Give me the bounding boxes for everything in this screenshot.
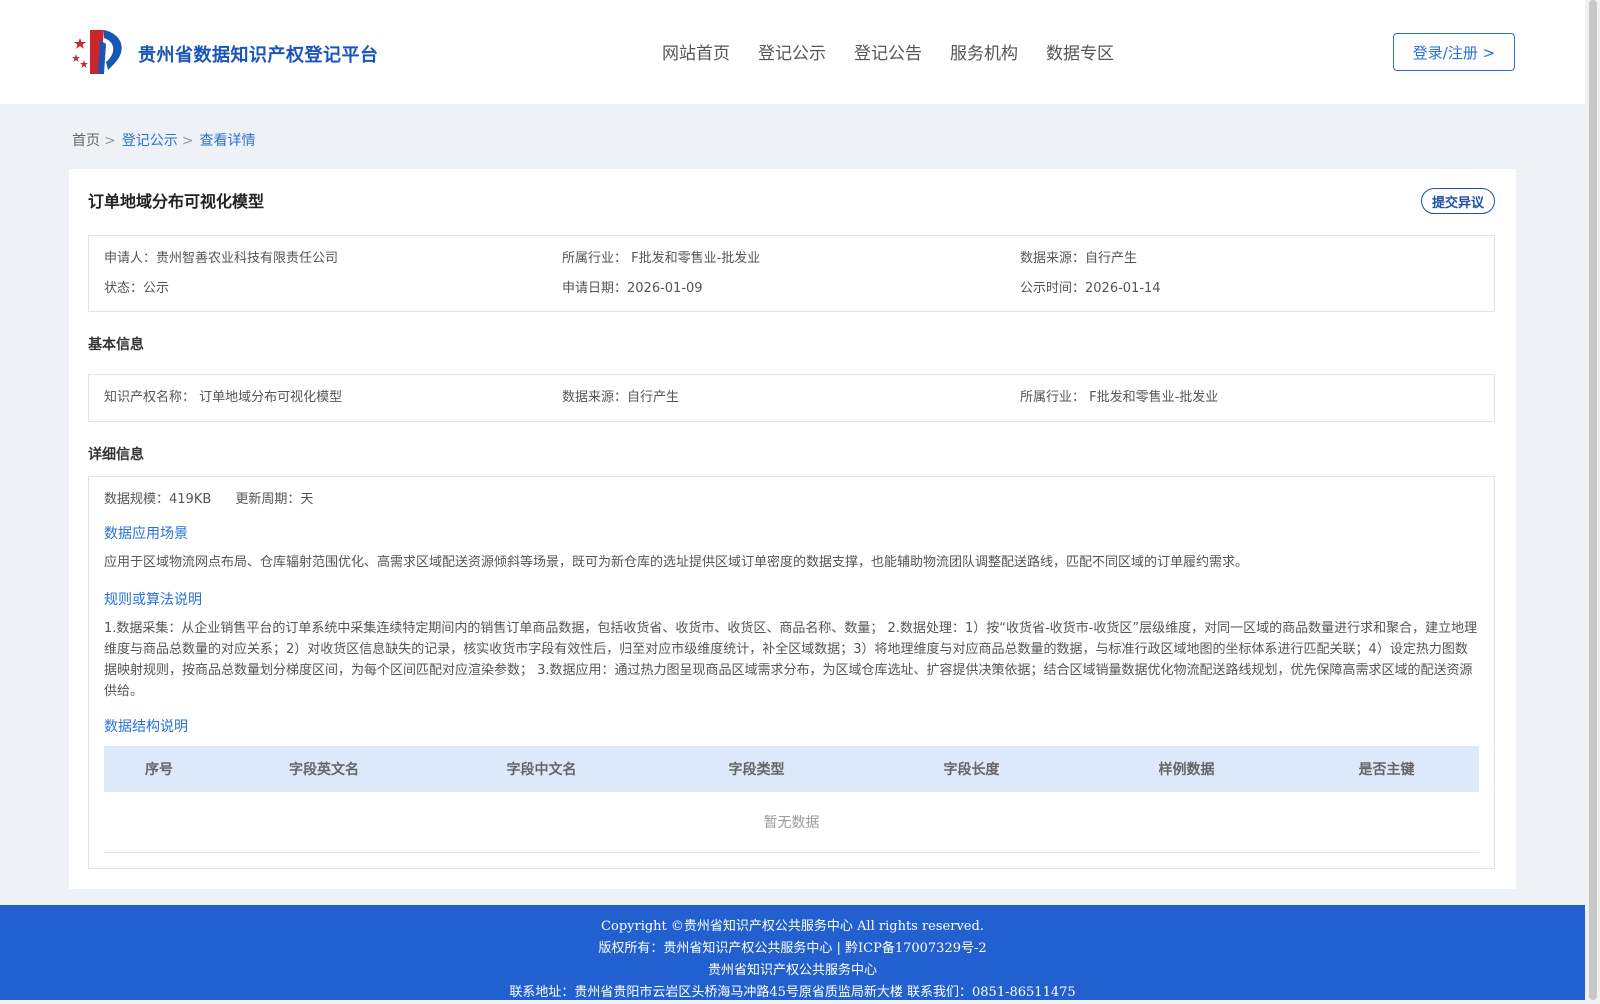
column-header: 字段英文名 [289,762,359,778]
scrollbar-thumb[interactable] [1589,0,1597,1000]
basic-info-title: 基本信息 [88,337,144,353]
column-header: 字段长度 [943,762,1000,778]
column-header: 字段类型 [728,762,785,778]
nav-home[interactable]: 网站首页 [662,39,730,64]
footer-contact: 联系地址：贵州省贵阳市云岩区头桥海马冲路45号原省质监局新大楼 联系我们：085… [509,985,1076,1000]
page-title: 订单地域分布可视化模型 [88,192,265,211]
column-header: 是否主键 [1358,762,1415,778]
breadcrumb-separator: > [104,133,116,149]
breadcrumb-home[interactable]: 首页 [72,133,100,149]
structure-title: 数据结构说明 [104,719,188,735]
breadcrumb: 首页 > 登记公示 > 查看详情 [72,130,255,150]
data-scale-line: 数据规模：419KB 更新周期：天 [104,488,313,507]
update-cycle: 更新周期：天 [235,492,314,507]
publish-date: 公示时间：2026-01-14 [1020,281,1161,296]
footer-org: 贵州省知识产权公共服务中心 [707,963,877,978]
data-source: 数据来源：自行产生 [1020,251,1138,266]
footer-owner[interactable]: 版权所有：贵州省知识产权公共服务中心 | 黔ICP备17007329号-2 [0,938,1585,960]
nav-data-zone[interactable]: 数据专区 [1046,39,1114,64]
scenario-title: 数据应用场景 [104,526,188,542]
table-header: 序号 字段英文名 字段中文名 字段类型 字段长度 样例数据 是否主键 [104,746,1479,792]
breadcrumb-current: 查看详情 [199,133,256,149]
status: 状态：公示 [104,281,170,296]
nav-registration-announcement[interactable]: 登记公告 [854,39,922,64]
submit-objection-button[interactable]: 提交异议 [1421,188,1495,214]
detail-info-title: 详细信息 [88,447,144,463]
basic-data-source: 数据来源：自行产生 [562,390,680,405]
basic-info-box: 知识产权名称： 订单地域分布可视化模型 数据来源：自行产生 所属行业： F批发和… [88,374,1495,422]
rules-text: 1.数据采集：从企业销售平台的订单系统中采集连续特定期间内的销售订单商品数据，包… [104,621,1478,699]
nav-service-agencies[interactable]: 服务机构 [950,39,1018,64]
summary-box: 申请人：贵州智善农业科技有限责任公司 所属行业： F批发和零售业-批发业 数据来… [88,235,1495,312]
detail-info-box: 数据规模：419KB 更新周期：天 数据应用场景 应用于区域物流网点布局、仓库辐… [88,476,1495,869]
scenario-text: 应用于区域物流网点布局、仓库辐射范围优化、高需求区域配送资源倾斜等场景，既可为新… [104,555,1249,570]
basic-industry: 所属行业： F批发和零售业-批发业 [1020,390,1219,405]
empty-table-message: 暂无数据 [104,792,1479,853]
nav-registration-publicity[interactable]: 登记公示 [758,39,826,64]
site-logo-icon[interactable] [70,26,132,78]
apply-date: 申请日期：2026-01-09 [562,281,703,296]
detail-card: 订单地域分布可视化模型 提交异议 申请人：贵州智善农业科技有限责任公司 所属行业… [69,169,1516,889]
industry: 所属行业： F批发和零售业-批发业 [562,251,761,266]
footer: Copyright ©贵州省知识产权公共服务中心 All rights rese… [0,905,1585,1000]
site-title[interactable]: 贵州省数据知识产权登记平台 [138,41,379,67]
page-scrollbar[interactable] [1585,0,1600,1000]
column-header: 字段中文名 [506,762,577,778]
applicant: 申请人：贵州智善农业科技有限责任公司 [104,251,339,266]
data-scale: 数据规模：419KB [104,492,212,507]
footer-copyright: Copyright ©贵州省知识产权公共服务中心 All rights rese… [601,919,984,934]
ip-name: 知识产权名称： 订单地域分布可视化模型 [104,390,343,405]
data-structure-table: 序号 字段英文名 字段中文名 字段类型 字段长度 样例数据 是否主键 暂无数据 [104,746,1479,853]
breadcrumb-separator: > [181,133,194,149]
column-header: 序号 [145,762,173,778]
breadcrumb-section[interactable]: 登记公示 [122,133,178,149]
main-nav: 网站首页 登记公示 登记公告 服务机构 数据专区 [662,39,1142,64]
rules-title: 规则或算法说明 [104,592,202,608]
column-header: 样例数据 [1158,762,1215,778]
top-header: 贵州省数据知识产权登记平台 网站首页 登记公示 登记公告 服务机构 数据专区 登… [0,0,1585,104]
login-register-button[interactable]: 登录/注册 > [1393,33,1515,71]
